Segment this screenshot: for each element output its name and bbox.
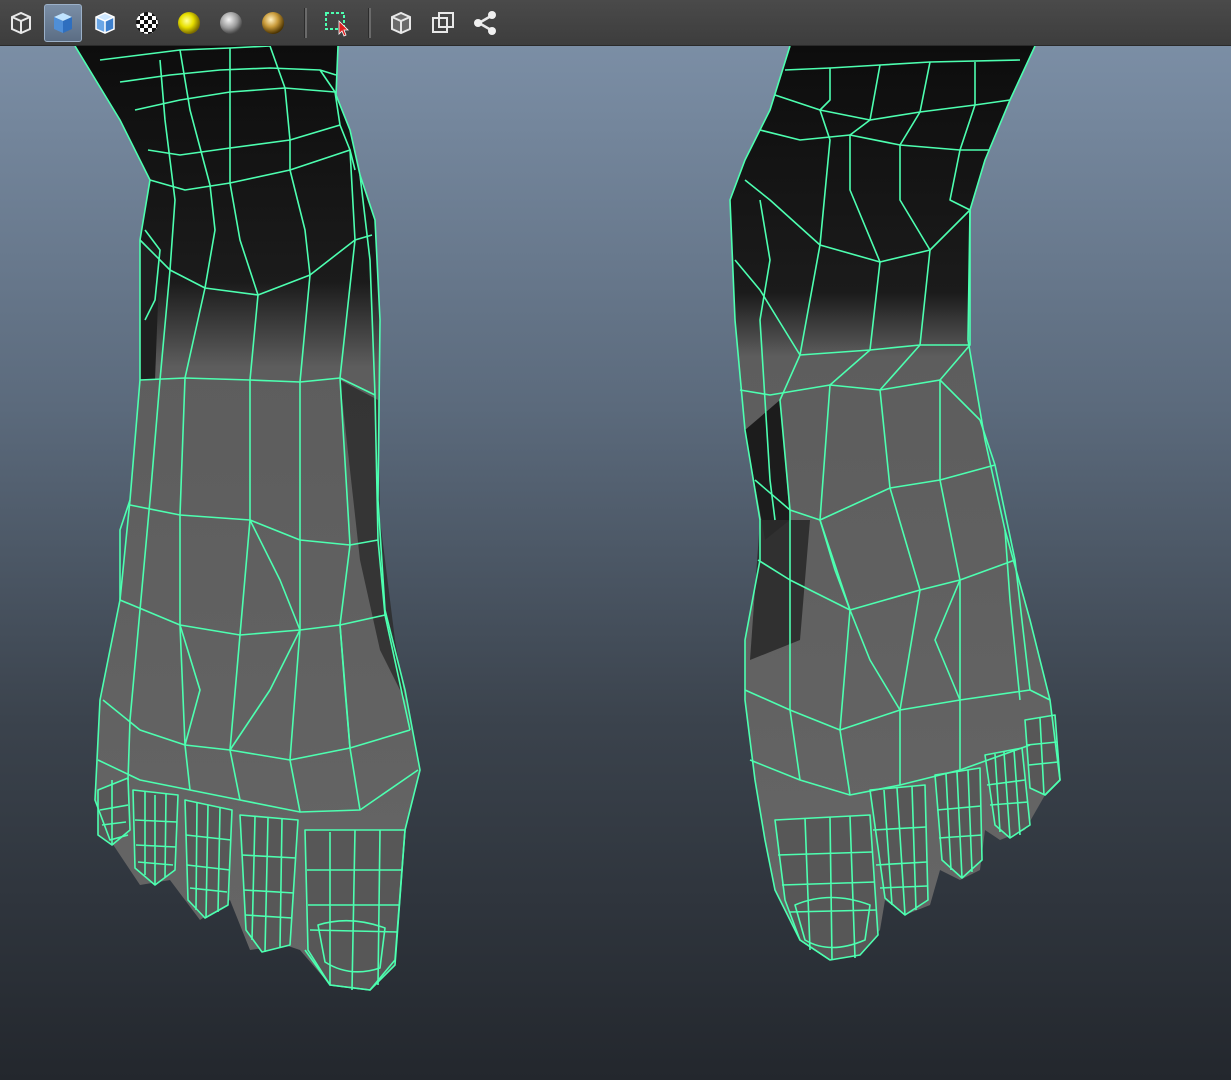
smooth-shade-button[interactable]	[44, 3, 82, 42]
maya-app	[0, 0, 1231, 1080]
share-button[interactable]	[466, 4, 504, 42]
isolate-cube-icon	[391, 11, 411, 34]
viewport-toolbar	[0, 0, 1231, 46]
default-light-icon	[178, 11, 200, 34]
xray-icon	[432, 11, 454, 33]
toolbar-separator	[302, 7, 308, 38]
feet-mesh-scene	[74, 46, 1061, 991]
shaded-wireframe-button[interactable]	[86, 4, 124, 42]
toolbar-separator	[366, 7, 372, 38]
smooth-shade-cube-icon	[54, 12, 72, 33]
isolate-select-button[interactable]	[382, 4, 420, 42]
wireframe-mode-button[interactable]	[2, 4, 40, 42]
right-foot-mesh[interactable]	[729, 46, 1061, 961]
shadows-button[interactable]	[212, 4, 250, 42]
checker-texture-icon	[136, 11, 158, 34]
shade-wireframe-cube-icon	[95, 11, 115, 34]
lit-sphere-icon	[262, 11, 284, 34]
select-highlight-icon	[325, 11, 349, 37]
select-highlight-button[interactable]	[318, 4, 356, 42]
left-foot-mesh[interactable]	[74, 46, 421, 991]
3d-viewport[interactable]	[0, 46, 1231, 1080]
lighting-button[interactable]	[170, 4, 208, 42]
shadows-sphere-icon	[220, 11, 242, 34]
share-nodes-icon	[474, 10, 496, 35]
lit-sphere-button[interactable]	[254, 4, 292, 42]
xray-button[interactable]	[424, 4, 462, 42]
texture-button[interactable]	[128, 4, 166, 42]
wireframe-cube-icon	[11, 11, 31, 34]
